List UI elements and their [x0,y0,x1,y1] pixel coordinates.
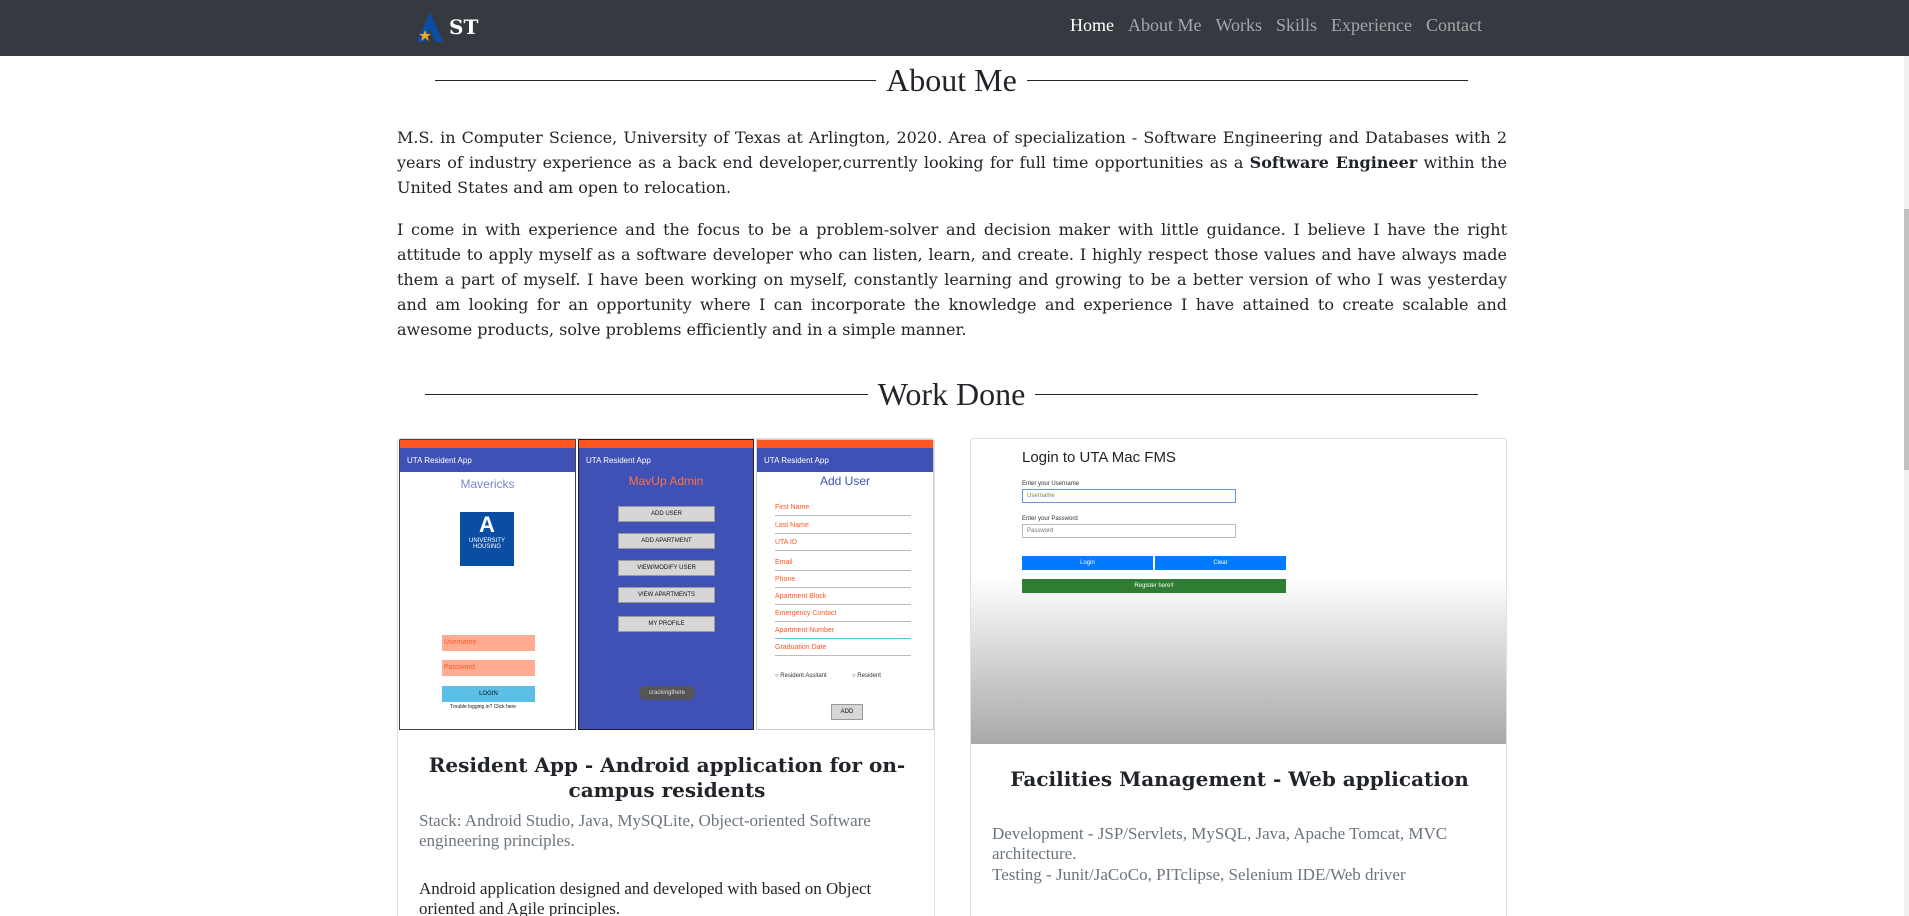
form-field: First Name [775,504,911,516]
nav-works[interactable]: Works [1215,15,1262,36]
project-development: Development - JSP/Servlets, MySQL, Java,… [992,824,1448,863]
screen-title: MavUp Admin [628,474,704,488]
admin-button: VIEW APARTMENTS [618,587,715,603]
nav-experience[interactable]: Experience [1331,15,1412,36]
project-stack: Stack: Android Studio, Java, MySQLite, O… [419,811,871,850]
admin-button: ADD USER [618,506,715,522]
project-screenshot: UTA Resident App Mavericks A UNIVERSITY … [398,439,934,732]
radio-resident-assistant: ○ Resident Assitant [775,673,827,679]
nav-links: Home About Me Works Skills Experience Co… [1056,0,1482,50]
form-field: UTA ID [775,539,911,551]
toast-pill: crackingthere [639,686,695,700]
app-bar: UTA Resident App [757,448,933,472]
form-field: Graduation Date [775,644,911,656]
project-card-resident-app[interactable]: UTA Resident App Mavericks A UNIVERSITY … [397,438,935,916]
divider [435,79,877,81]
project-card-facilities-management[interactable]: Login to UTA Mac FMS Enter your Username… [970,438,1507,916]
project-title: Facilities Management - Web application [1010,767,1469,791]
web-login-button: Login [1022,556,1153,570]
nav-contact[interactable]: Contact [1426,15,1482,36]
form-field: Email [775,559,911,571]
password-field: Password [442,660,535,676]
form-field: Last Name [775,522,911,534]
login-screen: UTA Resident App Mavericks A UNIVERSITY … [399,439,576,730]
password-label: Enter your Password [1022,516,1078,522]
username-label: Enter your Username [1022,481,1080,487]
nav-skills[interactable]: Skills [1276,15,1317,36]
radio-resident: ○ Resident [852,673,881,679]
admin-button: VIEW/MODIFY USER [618,560,715,576]
brand-logo-icon [413,10,447,44]
work-heading: Work Done [425,376,1479,412]
about-paragraph-1: M.S. in Computer Science, University of … [397,125,1507,200]
brand[interactable]: ST [413,10,478,44]
divider [425,393,868,395]
university-housing-logo: A UNIVERSITY HOUSING [460,512,514,566]
add-user-screen: UTA Resident App Add User First Name Las… [756,439,934,730]
divider [1026,79,1468,81]
navbar: ST Home About Me Works Skills Experience… [0,0,1909,56]
project-title: Resident App - Android application for o… [428,753,906,802]
add-button: ADD [831,704,863,720]
form-field: Apartment Number [775,627,911,639]
about-role-highlight: Software Engineer [1249,153,1418,172]
screen-title: Add User [819,474,871,488]
web-clear-button: Clear [1155,556,1286,570]
work-title: Work Done [877,376,1026,412]
admin-button: ADD APARTMENT [618,533,715,549]
about-heading: About Me [435,64,1468,96]
nav-about-me[interactable]: About Me [1128,15,1202,36]
screen-title: Mavericks [460,477,515,491]
trouble-link: Trouble logging in? Click here [450,704,516,710]
brand-text: ST [449,15,479,39]
about-paragraph-2: I come in with experience and the focus … [397,220,1507,339]
app-bar: UTA Resident App [400,448,575,472]
admin-button: MY PROFILE [618,616,715,632]
about-title: About Me [886,62,1017,98]
project-testing: Testing - Junit/JaCoCo, PITclipse, Selen… [992,865,1406,884]
web-register-button: Register here!! [1022,579,1286,593]
form-field: Apartment Block [775,593,911,605]
password-input: Password [1022,524,1236,538]
web-login-title: Login to UTA Mac FMS [1022,449,1176,466]
login-button: LOGIN [442,686,535,702]
scrollbar[interactable] [1904,56,1909,916]
project-description: Android application designed and develop… [419,879,872,916]
scrollbar-thumb[interactable] [1904,209,1909,470]
project-screenshot: Login to UTA Mac FMS Enter your Username… [971,439,1506,744]
app-bar: UTA Resident App [579,448,753,472]
username-input: Username [1022,489,1236,503]
username-field: Username [442,635,535,651]
divider [1035,393,1479,395]
nav-home[interactable]: Home [1070,15,1114,36]
form-field: Phone [775,576,911,588]
admin-screen: UTA Resident App MavUp Admin ADD USER AD… [578,439,754,730]
form-field: Emergency Contact [775,610,911,622]
